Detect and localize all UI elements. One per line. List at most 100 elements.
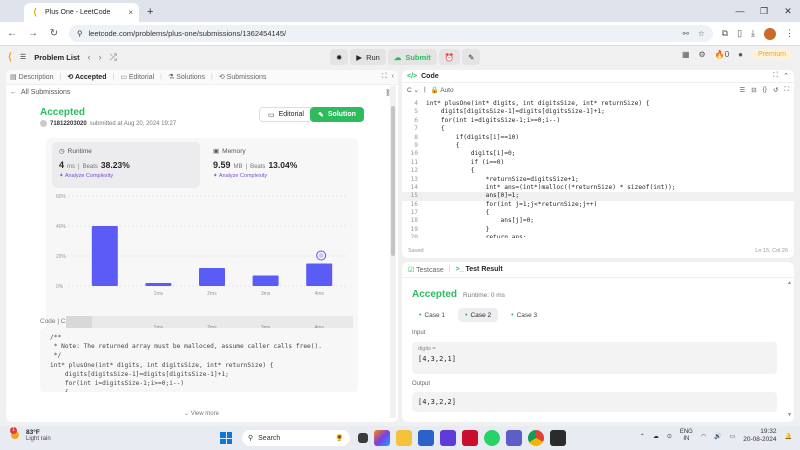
- download-icon[interactable]: ⤓: [751, 28, 755, 39]
- reload-button[interactable]: ↻: [48, 28, 60, 39]
- chart-bar[interactable]: [145, 283, 172, 286]
- scroll-up-icon[interactable]: ▲: [787, 280, 792, 286]
- code-editor[interactable]: 4 int* plusOne(int* digits, int digitsSiz…: [402, 100, 794, 238]
- browser-tab[interactable]: ⟨ Plus One - LeetCode ×: [24, 3, 139, 22]
- problem-list-link[interactable]: Problem List: [34, 53, 79, 62]
- editor-line[interactable]: 12 {: [402, 167, 794, 175]
- notes-button[interactable]: ✎: [462, 49, 481, 65]
- case-tab[interactable]: • Case 3: [504, 308, 544, 322]
- search-lens-icon[interactable]: ⚯: [683, 29, 689, 38]
- prev-problem-icon[interactable]: ‹: [88, 52, 91, 62]
- editor-line[interactable]: 5 digits[digitsSize-1]=digits[digitsSize…: [402, 108, 794, 116]
- editor-line[interactable]: 13 *returnSize=digitsSize+1;: [402, 176, 794, 184]
- store-icon[interactable]: [418, 430, 434, 446]
- menu-dots-icon[interactable]: ⋮: [785, 28, 794, 39]
- runtime-stat[interactable]: ◷ Runtime 4 ms | Beats 38.23% ✦ Analyze C…: [52, 142, 200, 188]
- whatsapp-icon[interactable]: [484, 430, 500, 446]
- scrollbar-thumb[interactable]: [391, 106, 395, 256]
- back-arrow-icon[interactable]: ←: [10, 89, 17, 96]
- chart-bar[interactable]: [306, 263, 333, 287]
- bookmark-star-icon[interactable]: ☆: [698, 29, 705, 38]
- streak-counter[interactable]: 🔥0: [715, 50, 729, 59]
- url-input[interactable]: ⚲ leetcode.com/problems/plus-one/submiss…: [69, 25, 713, 42]
- chrome-icon[interactable]: [528, 430, 544, 446]
- analyze-complexity-link[interactable]: ✦ Analyze Complexity: [59, 173, 193, 179]
- next-problem-icon[interactable]: ›: [99, 52, 102, 62]
- collapse-panel-icon[interactable]: ‹: [392, 73, 394, 81]
- settings-gear-icon[interactable]: ⚙: [699, 50, 706, 59]
- editor-line[interactable]: 18 ans[j]=0;: [402, 217, 794, 225]
- editor-line[interactable]: 10 digits[i]=0;: [402, 150, 794, 158]
- taskbar-search[interactable]: ⚲ Search 🌻: [242, 430, 350, 446]
- task-view-icon[interactable]: [358, 433, 368, 443]
- file-explorer-icon[interactable]: [396, 430, 412, 446]
- premium-button[interactable]: Premium: [751, 49, 792, 60]
- editor-line[interactable]: 9 {: [402, 142, 794, 150]
- wifi-icon[interactable]: ◠: [701, 433, 706, 440]
- bookmark-icon[interactable]: ⊟: [751, 86, 756, 94]
- battery-icon[interactable]: ▭: [730, 433, 736, 440]
- user-avatar-icon[interactable]: ●: [738, 50, 743, 59]
- windows-start-icon[interactable]: [220, 432, 232, 444]
- reset-icon[interactable]: ↺: [773, 86, 778, 94]
- run-button[interactable]: ▶ Run: [350, 49, 386, 65]
- author-name[interactable]: 71812203020: [50, 121, 87, 127]
- forward-button[interactable]: →: [27, 28, 39, 39]
- leetcode-logo-icon[interactable]: ⟨: [8, 52, 12, 63]
- teams-icon[interactable]: [506, 430, 522, 446]
- new-tab-button[interactable]: +: [147, 6, 153, 18]
- tab-close-icon[interactable]: ×: [128, 8, 133, 17]
- fullscreen-icon[interactable]: ⛶: [784, 86, 789, 94]
- code-tab[interactable]: Code: [421, 73, 439, 80]
- minimize-button[interactable]: —: [728, 6, 752, 16]
- onedrive-icon[interactable]: ⊙: [667, 433, 672, 440]
- case-tab[interactable]: • Case 1: [412, 308, 452, 322]
- editorial-button[interactable]: ▭ Editorial: [259, 107, 313, 122]
- collapse-panel-icon[interactable]: ⌃: [783, 72, 789, 80]
- tab-submissions[interactable]: ⟲ Submissions: [219, 73, 267, 81]
- sidebar-icon[interactable]: ▯: [737, 28, 742, 39]
- layout-icon[interactable]: ▦: [682, 50, 690, 59]
- tab-testcase[interactable]: ☑ Testcase: [408, 266, 444, 274]
- chart-bar[interactable]: [252, 275, 279, 287]
- weather-widget[interactable]: 1 83°F Light rain: [10, 426, 51, 442]
- maximize-panel-icon[interactable]: ⛶: [773, 72, 778, 80]
- maximize-button[interactable]: ❐: [752, 6, 776, 17]
- back-button[interactable]: ←: [6, 28, 18, 39]
- submit-button[interactable]: ☁ Submit: [387, 49, 437, 65]
- close-window-button[interactable]: ✕: [776, 6, 800, 17]
- all-submissions-link[interactable]: All Submissions: [21, 89, 70, 96]
- copilot-icon[interactable]: [374, 430, 390, 446]
- editor-line[interactable]: 8 if(digits[i]==10): [402, 134, 794, 142]
- editor-line[interactable]: 17 {: [402, 209, 794, 217]
- editor-line[interactable]: 15 ans[0]=1;: [402, 192, 794, 201]
- view-more-button[interactable]: ⌄ View more: [184, 410, 219, 417]
- tab-accepted[interactable]: ⟲ Accepted: [67, 73, 106, 81]
- auto-toggle[interactable]: 🔒 Auto: [431, 86, 454, 94]
- mcafee-icon[interactable]: [462, 430, 478, 446]
- tray-chevron-icon[interactable]: ⌃: [640, 433, 645, 440]
- app-purple-icon[interactable]: [440, 430, 456, 446]
- chart-bar[interactable]: [91, 226, 118, 286]
- scroll-down-icon[interactable]: ▼: [787, 412, 792, 418]
- shuffle-icon[interactable]: ⤮: [110, 52, 117, 63]
- solution-button[interactable]: ✎ Solution: [310, 107, 364, 122]
- left-scrollbar[interactable]: [390, 86, 396, 418]
- editor-line[interactable]: 11 if (i==0): [402, 159, 794, 167]
- tab-test-result[interactable]: >_ Test Result: [456, 266, 503, 273]
- analyze-complexity-link[interactable]: ✦ Analyze Complexity: [213, 173, 347, 179]
- editor-line[interactable]: 16 for(int j=1;j<*returnSize;j++): [402, 201, 794, 209]
- extensions-icon[interactable]: ⧉: [722, 28, 728, 39]
- cloud-icon[interactable]: ☁: [653, 433, 659, 440]
- site-info-icon[interactable]: ⚲: [77, 29, 83, 38]
- snipping-tool-icon[interactable]: [550, 430, 566, 446]
- tab-editorial[interactable]: ▭ Editorial: [120, 73, 154, 81]
- language-indicator[interactable]: ENG IN: [680, 429, 693, 443]
- clock[interactable]: 19:32 20-08-2024: [743, 428, 776, 444]
- editor-line[interactable]: 7 {: [402, 125, 794, 133]
- language-select[interactable]: C ⌄: [407, 86, 419, 94]
- editor-line[interactable]: 6 for(int i=digitsSize-1;i>=0;i--): [402, 117, 794, 125]
- memory-stat[interactable]: ▣ Memory 9.59 MB | Beats 13.04% ✦ Analyze…: [206, 142, 354, 188]
- braces-icon[interactable]: {}: [763, 86, 767, 94]
- profile-avatar[interactable]: [764, 27, 776, 40]
